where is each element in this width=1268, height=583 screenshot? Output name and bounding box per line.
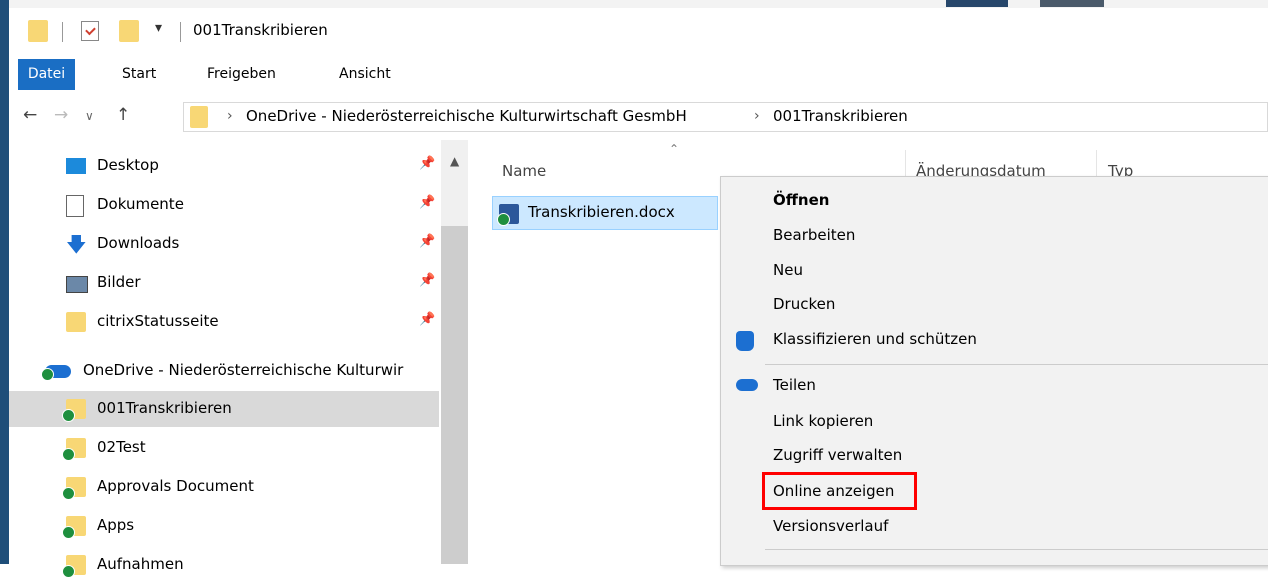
scrollbar-thumb[interactable] bbox=[441, 226, 468, 564]
nav-item-documents[interactable]: Dokumente 📌 bbox=[9, 187, 439, 223]
nav-item-downloads[interactable]: 🡇 Downloads 📌 bbox=[9, 226, 439, 262]
file-row[interactable]: Transkribieren.docx bbox=[492, 196, 718, 230]
pin-icon[interactable]: 📌 bbox=[419, 312, 435, 327]
breadcrumb-onedrive[interactable]: OneDrive - Niederösterreichische Kulturw… bbox=[246, 107, 687, 125]
tab-view[interactable]: Ansicht bbox=[328, 59, 402, 90]
tab-file[interactable]: Datei bbox=[18, 59, 75, 90]
up-arrow-icon[interactable]: ↑ bbox=[116, 105, 130, 125]
address-bar[interactable]: › OneDrive - Niederösterreichische Kultu… bbox=[183, 102, 1268, 132]
nav-item-citrix[interactable]: citrixStatusseite 📌 bbox=[9, 304, 439, 340]
quick-access-dropdown-icon[interactable]: ▾ bbox=[155, 20, 162, 36]
nav-item-label: Apps bbox=[97, 516, 135, 534]
downloads-icon: 🡇 bbox=[66, 232, 87, 256]
nav-item-approvals[interactable]: Approvals Document bbox=[9, 469, 439, 505]
title-bar: ▾ 001Transkribieren bbox=[9, 8, 1268, 52]
new-folder-icon[interactable] bbox=[119, 20, 139, 42]
folder-icon bbox=[62, 516, 86, 539]
nav-item-aufnahmen[interactable]: Aufnahmen bbox=[9, 547, 439, 583]
nav-item-001transkribieren[interactable]: 001Transkribieren bbox=[9, 391, 439, 427]
column-header-name[interactable]: Name bbox=[502, 162, 546, 180]
tab-share[interactable]: Freigeben bbox=[196, 59, 287, 90]
highlight-box bbox=[762, 472, 917, 510]
background-window-strip bbox=[0, 0, 1268, 8]
chevron-right-icon[interactable]: › bbox=[227, 108, 233, 124]
nav-item-label: Desktop bbox=[97, 156, 159, 174]
chevron-right-icon[interactable]: › bbox=[754, 108, 760, 124]
menu-item-print[interactable]: Drucken bbox=[773, 295, 835, 313]
desktop-icon bbox=[66, 158, 86, 174]
tab-start[interactable]: Start bbox=[111, 59, 167, 90]
menu-item-edit[interactable]: Bearbeiten bbox=[773, 226, 855, 244]
nav-item-onedrive[interactable]: OneDrive - Niederösterreichische Kulturw… bbox=[9, 353, 439, 389]
address-row: ← → ∨ ↑ › OneDrive - Niederösterreichisc… bbox=[9, 95, 1268, 141]
pin-icon[interactable]: 📌 bbox=[419, 273, 435, 288]
nav-scrollbar[interactable] bbox=[441, 140, 468, 564]
folder-icon[interactable] bbox=[28, 20, 48, 42]
nav-item-label: citrixStatusseite bbox=[97, 312, 219, 330]
scroll-up-arrow-icon[interactable]: ▲ bbox=[450, 154, 459, 168]
menu-item-version-history[interactable]: Versionsverlauf bbox=[773, 517, 888, 535]
menu-item-classify[interactable]: Klassifizieren und schützen bbox=[773, 330, 977, 348]
onedrive-cloud-icon bbox=[736, 379, 758, 391]
properties-icon[interactable] bbox=[81, 21, 99, 41]
nav-item-label: Bilder bbox=[97, 273, 141, 291]
nav-item-label: Dokumente bbox=[97, 195, 184, 213]
breadcrumb-current[interactable]: 001Transkribieren bbox=[773, 107, 908, 125]
folder-icon bbox=[62, 477, 86, 500]
nav-item-label: Downloads bbox=[97, 234, 180, 252]
forward-arrow-icon[interactable]: → bbox=[54, 105, 68, 125]
nav-item-label: OneDrive - Niederösterreichische Kulturw… bbox=[83, 361, 404, 379]
recent-dropdown-icon[interactable]: ∨ bbox=[85, 109, 94, 123]
folder-icon bbox=[62, 438, 86, 461]
nav-item-apps[interactable]: Apps bbox=[9, 508, 439, 544]
nav-item-label: 001Transkribieren bbox=[97, 399, 232, 417]
window-edge bbox=[0, 0, 9, 564]
menu-item-copy-link[interactable]: Link kopieren bbox=[773, 412, 873, 430]
menu-item-new[interactable]: Neu bbox=[773, 261, 803, 279]
nav-item-label: Approvals Document bbox=[97, 477, 254, 495]
nav-item-label: 02Test bbox=[97, 438, 146, 456]
word-doc-icon bbox=[497, 204, 519, 226]
nav-item-pictures[interactable]: Bilder 📌 bbox=[9, 265, 439, 301]
nav-item-label: Aufnahmen bbox=[97, 555, 184, 573]
file-name: Transkribieren.docx bbox=[528, 203, 675, 221]
back-arrow-icon[interactable]: ← bbox=[23, 105, 37, 125]
ribbon-tabs: Datei Start Freigeben Ansicht bbox=[9, 59, 1268, 90]
pin-icon[interactable]: 📌 bbox=[419, 195, 435, 210]
shield-icon bbox=[736, 331, 754, 351]
menu-item-manage-access[interactable]: Zugriff verwalten bbox=[773, 446, 902, 464]
pictures-icon bbox=[66, 276, 88, 293]
folder-icon bbox=[62, 555, 86, 578]
menu-item-open[interactable]: Öffnen bbox=[773, 191, 829, 209]
navigation-pane: Desktop 📌 Dokumente 📌 🡇 Downloads 📌 Bild… bbox=[9, 140, 468, 578]
nav-item-02test[interactable]: 02Test bbox=[9, 430, 439, 466]
folder-icon bbox=[66, 312, 86, 332]
menu-item-share[interactable]: Teilen bbox=[773, 376, 816, 394]
pin-icon[interactable]: 📌 bbox=[419, 234, 435, 249]
window-title: 001Transkribieren bbox=[193, 21, 328, 39]
folder-icon bbox=[190, 106, 208, 128]
nav-item-desktop[interactable]: Desktop 📌 bbox=[9, 148, 439, 184]
pin-icon[interactable]: 📌 bbox=[419, 156, 435, 171]
onedrive-cloud-icon bbox=[41, 365, 71, 381]
sort-ascending-icon: ⌃ bbox=[669, 142, 680, 156]
folder-icon bbox=[62, 399, 86, 422]
documents-icon bbox=[66, 195, 84, 217]
